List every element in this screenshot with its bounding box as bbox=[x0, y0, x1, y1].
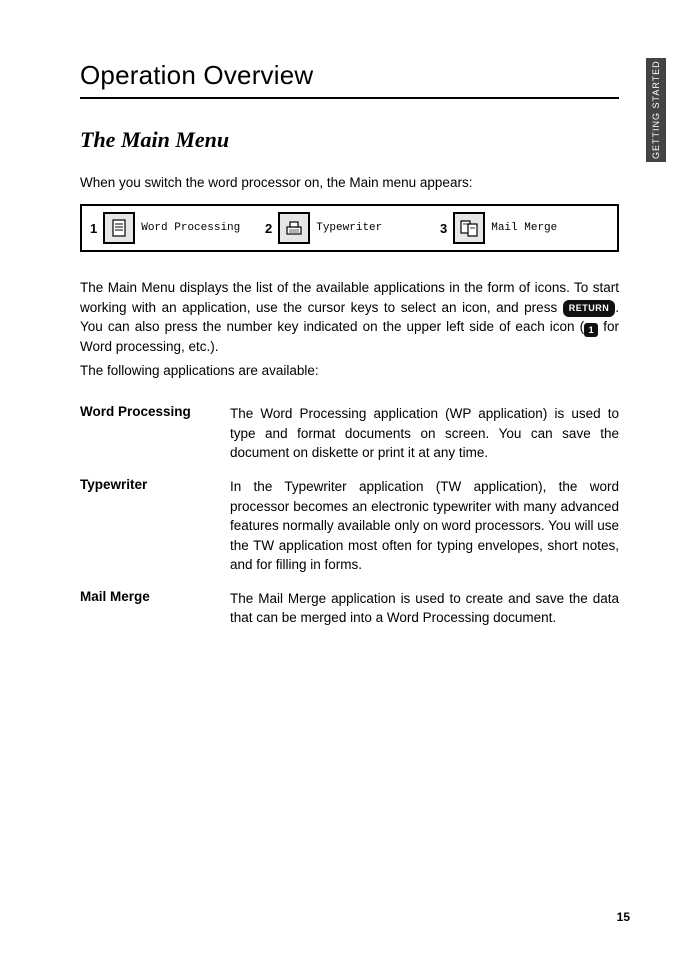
text: The Main Menu displays the list of the a… bbox=[80, 280, 619, 315]
typewriter-icon bbox=[278, 212, 310, 244]
page-number: 15 bbox=[617, 910, 630, 924]
menu-label: Word Processing bbox=[141, 222, 240, 234]
menu-item-word-processing: 1 Word Processing bbox=[90, 212, 259, 244]
return-key: RETURN bbox=[563, 300, 616, 317]
menu-label: Typewriter bbox=[316, 222, 382, 234]
list-item: Typewriter In the Typewriter application… bbox=[80, 477, 619, 575]
app-term: Mail Merge bbox=[80, 589, 210, 628]
one-key: 1 bbox=[584, 323, 598, 337]
body-paragraph-2: The following applications are available… bbox=[80, 361, 619, 381]
mailmerge-icon bbox=[453, 212, 485, 244]
title-underline bbox=[80, 97, 619, 99]
body-paragraph-1: The Main Menu displays the list of the a… bbox=[80, 278, 619, 357]
intro-text: When you switch the word processor on, t… bbox=[80, 175, 619, 190]
app-description: In the Typewriter application (TW applic… bbox=[230, 477, 619, 575]
menu-number: 2 bbox=[265, 221, 272, 236]
menu-item-typewriter: 2 Typewriter bbox=[265, 212, 434, 244]
page-title: Operation Overview bbox=[80, 60, 619, 91]
menu-label: Mail Merge bbox=[491, 222, 557, 234]
page-content: Operation Overview The Main Menu When yo… bbox=[0, 0, 674, 954]
menu-number: 1 bbox=[90, 221, 97, 236]
app-term: Word Processing bbox=[80, 404, 210, 463]
document-icon bbox=[103, 212, 135, 244]
app-description: The Word Processing application (WP appl… bbox=[230, 404, 619, 463]
menu-item-mail-merge: 3 Mail Merge bbox=[440, 212, 609, 244]
list-item: Mail Merge The Mail Merge application is… bbox=[80, 589, 619, 628]
menu-number: 3 bbox=[440, 221, 447, 236]
app-term: Typewriter bbox=[80, 477, 210, 575]
applications-list: Word Processing The Word Processing appl… bbox=[80, 404, 619, 628]
app-description: The Mail Merge application is used to cr… bbox=[230, 589, 619, 628]
list-item: Word Processing The Word Processing appl… bbox=[80, 404, 619, 463]
section-heading: The Main Menu bbox=[80, 127, 619, 153]
main-menu-box: 1 Word Processing 2 Typewriter 3 Mail Me… bbox=[80, 204, 619, 252]
